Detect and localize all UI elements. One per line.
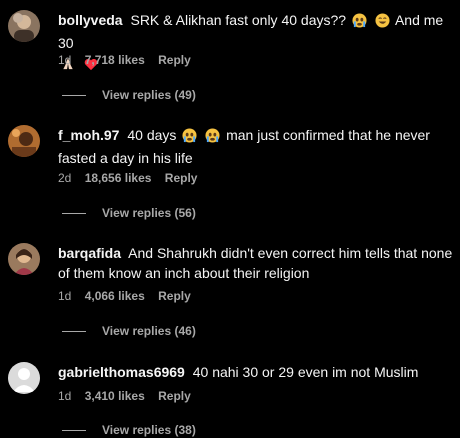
avatar[interactable] [8, 10, 40, 42]
reply-button[interactable]: Reply [165, 171, 198, 185]
comment-body: man just confirmed that he never [226, 127, 430, 143]
divider [62, 330, 86, 332]
comment-text: f_moh.97 40 days man just confirmed that… [58, 125, 454, 168]
divider [62, 212, 86, 214]
view-replies-label: View replies (38) [102, 423, 196, 437]
comment-meta: 1d 4,066 likes Reply [58, 288, 201, 304]
default-avatar-icon [8, 362, 40, 394]
comment-time: 1d [58, 289, 72, 303]
comment-body: fasted a day in his life [58, 150, 193, 166]
comment-body: of them know an inch about their religio… [58, 265, 310, 281]
comment-body: 40 days [127, 127, 177, 143]
view-replies-button[interactable]: View replies (56) [62, 205, 196, 221]
comment-username[interactable]: barqafida [58, 245, 121, 261]
view-replies-label: View replies (56) [102, 206, 196, 220]
view-replies-button[interactable]: View replies (46) [62, 323, 196, 339]
comment-body: SRK & Alikhan fast only 40 days?? [130, 12, 347, 28]
reply-button[interactable]: Reply [158, 389, 191, 403]
avatar[interactable] [8, 362, 40, 394]
comment-meta: 2d 18,656 likes Reply [58, 170, 207, 186]
divider [62, 94, 86, 96]
comment-likes[interactable]: 7,718 likes [85, 53, 145, 67]
view-replies-label: View replies (46) [102, 324, 196, 338]
comment-username[interactable]: f_moh.97 [58, 127, 119, 143]
view-replies-label: View replies (49) [102, 88, 196, 102]
crying-face-emoji-icon [352, 13, 367, 33]
comment-time: 1d [58, 389, 72, 403]
avatar[interactable] [8, 243, 40, 275]
view-replies-button[interactable]: View replies (38) [62, 422, 196, 438]
reply-button[interactable]: Reply [158, 53, 191, 67]
avatar[interactable] [8, 125, 40, 157]
comment-likes[interactable]: 18,656 likes [85, 171, 152, 185]
view-replies-button[interactable]: View replies (49) [62, 87, 196, 103]
comment-meta: 1d 3,410 likes Reply [58, 388, 201, 404]
comment-likes[interactable]: 3,410 likes [85, 389, 145, 403]
laughing-face-emoji-icon [375, 13, 390, 33]
comment-time: 2d [58, 171, 72, 185]
comment-likes[interactable]: 4,066 likes [85, 289, 145, 303]
divider [62, 429, 86, 431]
comment-text: gabrielthomas6969 40 nahi 30 or 29 even … [58, 362, 454, 382]
reply-button[interactable]: Reply [158, 289, 191, 303]
comment-username[interactable]: bollyveda [58, 12, 123, 28]
comment-meta: 1d 7,718 likes Reply [58, 52, 201, 68]
comment-text: barqafida And Shahrukh didn't even corre… [58, 243, 454, 283]
comment-username[interactable]: gabrielthomas6969 [58, 364, 185, 380]
comment-time: 1d [58, 53, 72, 67]
crying-face-emoji-icon [205, 128, 220, 148]
comment-body: And Shahrukh didn't even correct him tel… [128, 245, 453, 261]
comment-body: 40 nahi 30 or 29 even im not Muslim [192, 364, 419, 380]
crying-face-emoji-icon [182, 128, 197, 148]
